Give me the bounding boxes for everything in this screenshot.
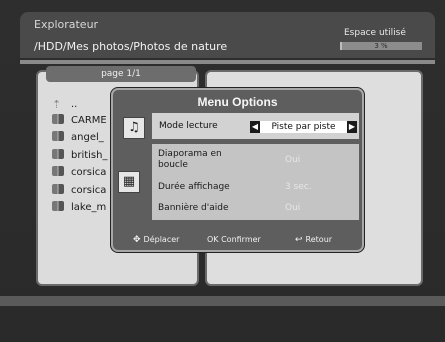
photo-folder-icon [52,201,64,211]
explorer-screen: Explorateur /HDD/Mes photos/Photos de na… [0,0,445,342]
arrow-left-icon[interactable]: ◀ [250,121,260,133]
mode-value: Piste par piste [271,122,336,132]
help-confirm: OK Confirmer [207,233,261,247]
menu-title: Menu Options [197,95,278,109]
help-back-label: Retour [305,235,333,244]
up-arrow-icon: ⇡ [52,98,62,111]
bottom-bar [0,296,445,306]
photo-folder-icon [52,184,64,194]
help-bar: ✥ Déplacer OK Confirmer ↩ Retour [117,233,360,247]
photo-folder-icon [52,149,64,159]
list-item-label: lake_m [71,202,107,213]
list-item-label: .. [71,99,78,110]
photo-folder-icon [52,166,64,176]
disk-space-label: Espace utilisé [344,28,406,38]
list-item-label: corsica [71,167,107,178]
option-duration-label: Durée affichage [158,182,230,192]
option-help-banner-value[interactable]: Oui [285,203,300,213]
photo-icon: ▦ [118,171,140,193]
disk-space-value: 3 % [374,42,388,50]
arrow-right-icon[interactable]: ▶ [347,121,357,133]
mode-label: Mode lecture [159,121,218,131]
help-back: ↩ Retour [295,233,332,247]
option-loop-label: Diaporama en boucle [158,149,222,170]
list-item-label: british_ [71,150,108,161]
music-note-icon: ♫ [123,117,145,139]
list-item-label: CARME [71,115,107,126]
header-divider [20,60,435,64]
photo-folder-icon [52,114,64,124]
breadcrumb-path: /HDD/Mes photos/Photos de nature [34,40,228,53]
help-move-label: Déplacer [143,235,180,244]
mode-selector[interactable]: ◀ Piste par piste ▶ [250,121,357,133]
option-help-banner-label: Bannière d'aide [158,203,229,213]
explorer-title: Explorateur [34,18,99,31]
list-item-label: angel_ [71,132,104,143]
dpad-icon: ✥ [133,235,141,245]
option-duration-value[interactable]: 3 sec. [285,182,312,192]
list-item-label: corsica [71,185,107,196]
return-icon: ↩ [295,235,303,245]
page-indicator: page 1/1 [46,66,196,82]
help-confirm-label: Confirmer [221,235,261,244]
ok-key-label: OK [207,235,219,244]
disk-space-bar: 3 % [340,42,422,50]
help-move: ✥ Déplacer [133,233,179,247]
option-loop-value[interactable]: Oui [285,155,300,165]
photo-folder-icon [52,131,64,141]
